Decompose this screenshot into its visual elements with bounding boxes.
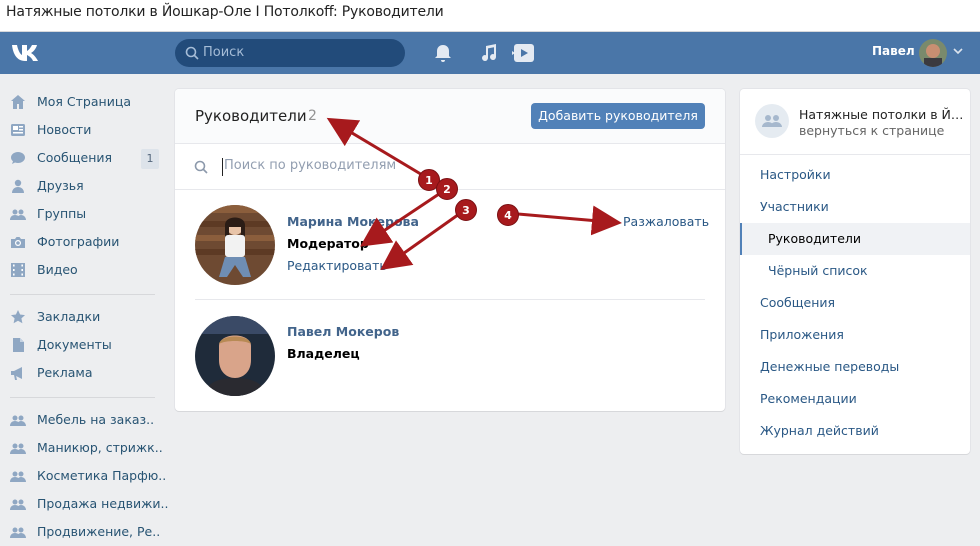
sidebar-item-news[interactable]: Новости xyxy=(0,116,165,144)
settings-menu: Натяжные потолки в Йошкар-Оле вернуться … xyxy=(740,89,970,454)
demote-manager-link[interactable]: Разжаловать xyxy=(623,214,709,229)
star-icon xyxy=(11,310,25,324)
window-title: Натяжные потолки в Йошкар-Оле I Потолкof… xyxy=(6,4,444,20)
group-icon xyxy=(762,115,782,127)
back-to-page-link[interactable]: вернуться к странице xyxy=(799,123,944,138)
sidebar-divider xyxy=(10,397,155,398)
group-icon xyxy=(10,443,26,454)
sidebar-item-my-page[interactable]: Моя Страница xyxy=(0,88,165,116)
sidebar-item-video[interactable]: Видео xyxy=(0,256,165,284)
annotation-marker-3: 3 xyxy=(455,199,477,221)
megaphone-icon xyxy=(11,367,22,380)
group-back-link[interactable]: Натяжные потолки в Йошкар-Оле вернуться … xyxy=(740,89,970,155)
managers-count: 2 xyxy=(308,108,317,124)
manager-name[interactable]: Павел Мокеров xyxy=(287,324,399,339)
managers-panel: Руководители 2 Добавить руководителя Пои… xyxy=(175,89,725,411)
vk-logo-icon[interactable] xyxy=(10,42,44,64)
manager-name[interactable]: Марина Мокерова xyxy=(287,214,419,229)
sidebar-item-friends[interactable]: Друзья xyxy=(0,172,165,200)
text-caret xyxy=(222,158,223,176)
sidebar-item-groups[interactable]: Группы xyxy=(0,200,165,228)
friends-icon xyxy=(12,179,24,193)
group-icon xyxy=(10,415,26,426)
document-icon xyxy=(13,338,24,352)
avatar[interactable] xyxy=(195,316,275,396)
page-title: Руководители xyxy=(195,107,307,125)
header-avatar[interactable] xyxy=(919,39,947,67)
sidebar-item-group-manicure[interactable]: Маникюр, стрижк.. xyxy=(0,434,165,462)
managers-search-input[interactable]: Поиск по руководителям xyxy=(224,158,396,173)
manager-row: Павел Мокеров Владелец xyxy=(175,300,725,410)
menu-item-blacklist[interactable]: Чёрный список xyxy=(740,255,970,287)
groups-icon xyxy=(10,209,26,220)
music-icon[interactable] xyxy=(478,42,500,64)
sidebar-item-documents[interactable]: Документы xyxy=(0,331,165,359)
sidebar-item-bookmarks[interactable]: Закладки xyxy=(0,303,165,331)
sidebar-item-group-promotion[interactable]: Продвижение, Ре.. xyxy=(0,518,165,546)
add-manager-button[interactable]: Добавить руководителя xyxy=(531,103,705,129)
chevron-down-icon[interactable] xyxy=(953,48,963,56)
group-icon xyxy=(10,527,26,538)
news-icon xyxy=(11,124,25,136)
sidebar-item-group-realty[interactable]: Продажа недвижи.. xyxy=(0,490,169,518)
messages-count-badge: 1 xyxy=(141,149,159,169)
header-search[interactable]: Поиск xyxy=(175,39,405,67)
manager-role: Модератор xyxy=(287,236,369,251)
menu-item-money-transfers[interactable]: Денежные переводы xyxy=(740,351,970,383)
video-icon xyxy=(11,263,25,277)
video-play-icon[interactable] xyxy=(510,42,536,64)
sidebar-item-group-cosmetics[interactable]: Косметика Парфю.. xyxy=(0,462,166,490)
menu-item-recommendations[interactable]: Рекомендации xyxy=(740,383,970,415)
sidebar-divider xyxy=(10,294,155,295)
annotation-marker-4: 4 xyxy=(497,204,519,226)
group-avatar xyxy=(755,104,789,138)
window-title-bar: Натяжные потолки в Йошкар-Оле I Потолкof… xyxy=(0,0,980,32)
group-icon xyxy=(10,499,26,510)
menu-item-members[interactable]: Участники xyxy=(740,191,970,223)
sidebar-item-messages[interactable]: Сообщения 1 xyxy=(0,144,165,172)
search-icon xyxy=(194,160,208,174)
menu-item-apps[interactable]: Приложения xyxy=(740,319,970,351)
group-name: Натяжные потолки в Йошкар-Оле xyxy=(799,107,964,122)
sidebar-item-photos[interactable]: Фотографии xyxy=(0,228,165,256)
edit-manager-link[interactable]: Редактировать xyxy=(287,258,387,273)
managers-header: Руководители 2 Добавить руководителя xyxy=(175,89,725,144)
messages-icon xyxy=(11,152,25,164)
sidebar-item-group-furniture[interactable]: Мебель на заказ.. xyxy=(0,406,165,434)
avatar[interactable] xyxy=(195,205,275,285)
home-icon xyxy=(11,95,25,109)
top-header: Поиск Павел xyxy=(0,32,980,74)
menu-item-managers[interactable]: Руководители xyxy=(740,223,970,255)
header-search-placeholder: Поиск xyxy=(203,45,245,60)
search-icon xyxy=(185,46,199,60)
sidebar-item-ads[interactable]: Реклама xyxy=(0,359,165,387)
manager-role: Владелец xyxy=(287,346,360,361)
menu-item-messages[interactable]: Сообщения xyxy=(740,287,970,319)
annotation-marker-2: 2 xyxy=(436,178,458,200)
manager-row: Марина Мокерова Модератор Редактировать … xyxy=(175,190,725,300)
group-icon xyxy=(10,471,26,482)
menu-item-settings[interactable]: Настройки xyxy=(740,159,970,191)
camera-icon xyxy=(11,237,25,248)
bell-icon[interactable] xyxy=(432,42,454,64)
header-user-name[interactable]: Павел xyxy=(872,44,915,58)
menu-item-action-log[interactable]: Журнал действий xyxy=(740,415,970,447)
